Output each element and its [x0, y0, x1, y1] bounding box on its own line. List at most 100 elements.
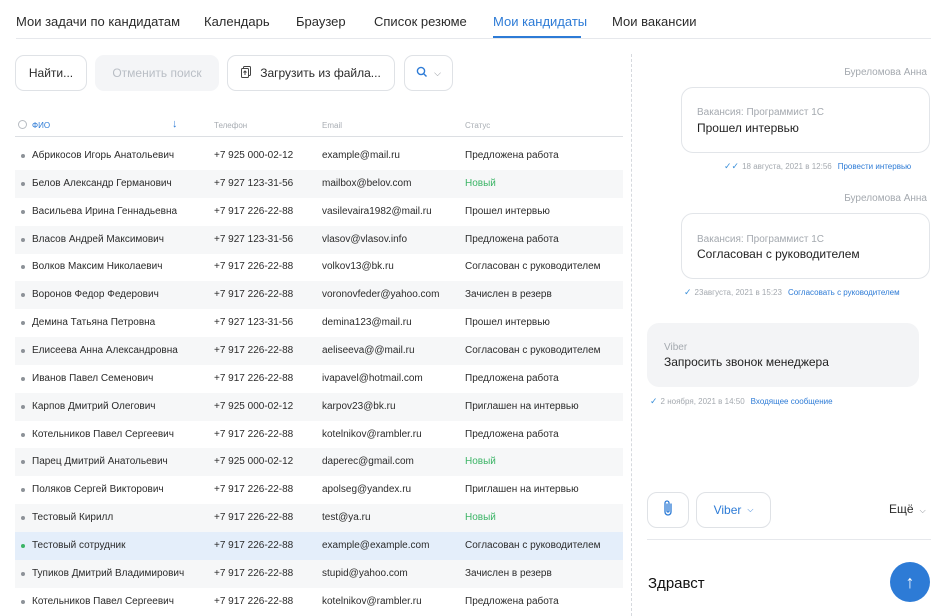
tab-my-vacancies[interactable]: Мои вакансии: [612, 14, 696, 29]
cell-phone: +7 917 226-22-88: [214, 205, 294, 217]
cell-email: kotelnikov@rambler.ru: [322, 595, 422, 607]
row-marker: [21, 432, 25, 437]
cell-phone: +7 925 000-02-12: [214, 456, 294, 468]
cell-email: voronovfeder@yahoo.com: [322, 289, 440, 301]
cell-email: example@mail.ru: [322, 150, 400, 161]
message-author: Буреломова Анна: [844, 67, 927, 78]
cell-status: Согласован с руководителем: [465, 539, 601, 551]
cell-status: Прошел интервью: [465, 205, 550, 217]
column-header-fio[interactable]: ФИО: [32, 121, 50, 130]
send-button[interactable]: ↑: [890, 562, 930, 602]
composer-divider: [647, 539, 931, 540]
row-marker: [21, 321, 25, 326]
cell-fio: Иванов Павел Семенович: [32, 372, 154, 384]
incoming-message-link[interactable]: Входящее сообщение: [751, 397, 833, 406]
row-marker: [21, 293, 25, 298]
table-row[interactable]: Волков Максим Николаевич +7 917 226-22-88…: [15, 253, 623, 281]
row-marker: [21, 265, 25, 270]
table-row[interactable]: Елисеева Анна Александровна +7 917 226-22…: [15, 336, 623, 365]
channel-select[interactable]: Viber ⌵: [696, 492, 771, 528]
cell-fio: Котельников Павел Сергеевич: [32, 595, 174, 607]
top-nav: Мои задачи по кандидатам Календарь Брауз…: [0, 0, 943, 39]
message-text: Запросить звонок менеджера: [664, 355, 829, 369]
message-vacancy-label: Вакансия: Программист 1С: [697, 107, 825, 118]
tab-my-candidates[interactable]: Мои кандидаты: [493, 14, 587, 29]
message-author: Буреломова Анна: [844, 193, 927, 204]
row-marker: [21, 516, 25, 521]
chevron-down-icon: ⌵: [747, 505, 754, 514]
table-row[interactable]: Демина Татьяна Петровна +7 927 123-31-56 d…: [15, 309, 623, 337]
cell-phone: +7 927 123-31-56: [214, 233, 294, 245]
check-icon: ✓: [684, 287, 692, 297]
tab-resume-list[interactable]: Список резюме: [374, 14, 467, 29]
cell-status: Предложена работа: [465, 428, 559, 440]
approve-with-manager-link[interactable]: Согласовать с руководителем: [788, 288, 900, 297]
table-row[interactable]: Поляков Сергей Викторович +7 917 226-22-8…: [15, 476, 623, 504]
cell-status: Зачислен в резерв: [465, 289, 552, 301]
cell-fio: Тестовый Кирилл: [32, 512, 114, 524]
cell-status: Согласован с руководителем: [465, 261, 601, 273]
upload-from-file-button[interactable]: Загрузить из файла...: [227, 55, 395, 91]
cell-phone: +7 917 226-22-88: [214, 567, 294, 579]
tab-candidate-tasks[interactable]: Мои задачи по кандидатам: [16, 14, 180, 29]
table-row[interactable]: Карпов Дмитрий Олегович +7 925 000-02-12 k…: [15, 392, 623, 421]
attach-button[interactable]: [647, 492, 689, 528]
table-row[interactable]: Абрикосов Игорь Анатольевич +7 925 000-02…: [15, 142, 623, 170]
column-header-status[interactable]: Статус: [465, 121, 490, 130]
message-input[interactable]: [648, 572, 878, 594]
cell-phone: +7 917 226-22-88: [214, 539, 294, 551]
conduct-interview-link[interactable]: Провести интервью: [838, 162, 911, 171]
find-button[interactable]: Найти...: [15, 55, 87, 91]
table-row[interactable]: Власов Андрей Максимович +7 927 123-31-56…: [15, 225, 623, 254]
table-row[interactable]: Парец Дмитрий Анатольевич +7 925 000-02-1…: [15, 448, 623, 477]
row-marker: [21, 154, 25, 158]
cell-status: Прошел интервью: [465, 317, 550, 329]
cell-status: Новый: [465, 456, 496, 468]
check-icon: ✓: [650, 396, 658, 406]
row-marker: [21, 376, 25, 381]
cell-email: vlasov@vlasov.info: [322, 233, 407, 245]
table-row[interactable]: Васильева Ирина Геннадьевна +7 917 226-22…: [15, 198, 623, 226]
paperclip-icon: [662, 499, 674, 522]
row-marker: [21, 543, 25, 548]
cell-status: Предложена работа: [465, 233, 559, 245]
row-marker: [21, 460, 25, 465]
cell-email: vasilevaira1982@mail.ru: [322, 205, 432, 217]
cancel-search-button[interactable]: Отменить поиск: [95, 55, 219, 91]
tab-browser[interactable]: Браузер: [296, 14, 346, 29]
cell-email: apolseg@yandex.ru: [322, 484, 412, 496]
table-row[interactable]: Котельников Павел Сергеевич +7 917 226-22…: [15, 421, 623, 449]
message-timestamp: 2 ноября, 2021 в 14:50: [660, 397, 745, 406]
cell-phone: +7 925 000-02-12: [214, 150, 294, 161]
cell-email: stupid@yahoo.com: [322, 567, 408, 579]
table-row[interactable]: Белов Александр Германович +7 927 123-31-…: [15, 169, 623, 198]
cell-email: daperec@gmail.com: [322, 456, 414, 468]
message-bubble: Вакансия: Программист 1С Прошел интервью: [681, 87, 930, 153]
info-icon[interactable]: [18, 120, 27, 129]
tab-calendar[interactable]: Календарь: [204, 14, 270, 29]
cell-email: volkov13@bk.ru: [322, 261, 394, 273]
cell-fio: Парец Дмитрий Анатольевич: [32, 456, 168, 468]
cell-fio: Демина Татьяна Петровна: [32, 317, 156, 329]
cell-fio: Тупиков Дмитрий Владимирович: [32, 567, 185, 579]
chevron-down-icon: ⌵: [919, 506, 926, 515]
search-options-button[interactable]: ⌵: [404, 55, 453, 91]
table-row[interactable]: Тестовый Кирилл +7 917 226-22-88 test@ya.r…: [15, 504, 623, 533]
more-dropdown[interactable]: Ещё ⌵: [889, 502, 926, 516]
upload-from-file-label: Загрузить из файла...: [260, 66, 381, 80]
message-meta: ✓ 23августа, 2021 в 15:23 Согласовать с ру…: [684, 287, 900, 298]
sort-arrow-down-icon[interactable]: ↓: [172, 118, 178, 130]
cell-phone: +7 917 226-22-88: [214, 289, 294, 301]
cell-phone: +7 917 226-22-88: [214, 261, 294, 273]
cell-phone: +7 925 000-02-12: [214, 400, 294, 412]
row-marker: [21, 181, 25, 186]
table-row[interactable]: Тестовый сотрудник +7 917 226-22-88 exampl…: [15, 531, 623, 560]
table-row[interactable]: Тупиков Дмитрий Владимирович +7 917 226-2…: [15, 559, 623, 588]
table-row[interactable]: Котельников Павел Сергеевич +7 917 226-22…: [15, 588, 623, 616]
cell-email: demina123@mail.ru: [322, 317, 412, 329]
table-row[interactable]: Иванов Павел Семенович +7 917 226-22-88 iv…: [15, 365, 623, 393]
column-header-email[interactable]: Email: [322, 121, 342, 130]
table-row[interactable]: Воронов Федор Федерович +7 917 226-22-88 v…: [15, 281, 623, 310]
table-header: ФИО ↓ Телефон Email Статус: [15, 117, 623, 137]
column-header-phone[interactable]: Телефон: [214, 121, 247, 130]
